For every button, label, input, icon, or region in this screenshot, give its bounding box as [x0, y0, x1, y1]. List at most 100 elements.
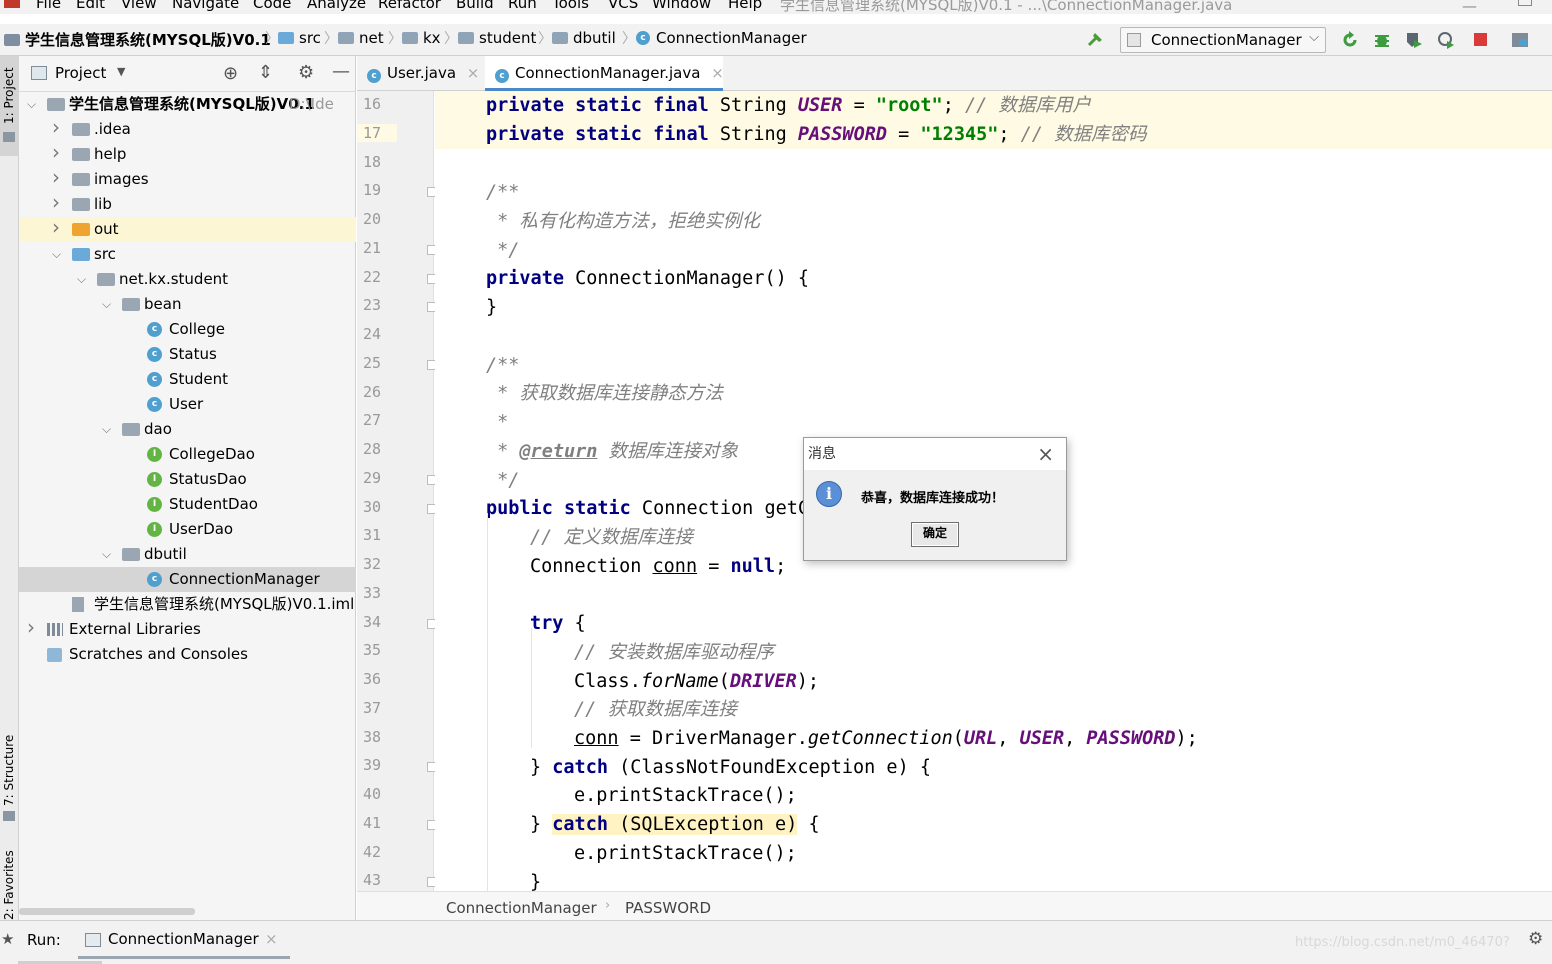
menu-file[interactable]: File: [36, 0, 61, 12]
menu-view[interactable]: View: [121, 0, 157, 12]
menu-analyze[interactable]: Analyze: [307, 0, 366, 12]
minimize-icon[interactable]: —: [1462, 0, 1477, 14]
tree-item[interactable]: c Student: [19, 367, 356, 392]
menu-edit[interactable]: Edit: [76, 0, 105, 12]
maximize-icon[interactable]: [1518, 0, 1532, 6]
tree-item[interactable]: › lib: [19, 190, 356, 217]
coverage-shield-icon[interactable]: [1404, 30, 1424, 50]
tree-item[interactable]: ⌵ dbutil: [19, 542, 356, 567]
line-number: 26: [363, 382, 382, 401]
tree-item[interactable]: I UserDao: [19, 517, 356, 542]
tree-item-label: dbutil: [144, 545, 187, 563]
tree-item[interactable]: › help: [19, 140, 356, 167]
chevron-down-icon[interactable]: ⌵: [102, 417, 111, 442]
breadcrumb-src[interactable]: src: [278, 29, 321, 47]
breadcrumb-student[interactable]: student: [458, 29, 536, 47]
close-icon[interactable]: ×: [711, 64, 724, 82]
package-icon: [97, 273, 115, 286]
stop-icon[interactable]: [1471, 30, 1491, 50]
tree-item[interactable]: ⌵ net.kx.student: [19, 267, 356, 292]
menu-help[interactable]: Help: [728, 0, 762, 12]
chevron-down-icon[interactable]: ⌵: [77, 267, 86, 292]
tree-item[interactable]: Scratches and Consoles: [19, 642, 356, 667]
chevron-down-icon[interactable]: ⌵: [52, 242, 61, 267]
debug-bug-icon[interactable]: [1372, 30, 1392, 50]
breadcrumb-kx[interactable]: kx: [402, 29, 441, 47]
chevron-right-icon: 〉: [538, 31, 552, 47]
tree-item[interactable]: I CollegeDao: [19, 442, 356, 467]
menu-refactor[interactable]: Refactor: [378, 0, 441, 12]
tree-item-label: images: [94, 170, 149, 188]
gear-icon[interactable]: ⚙: [298, 62, 314, 83]
breadcrumb-project[interactable]: 学生信息管理系统(MYSQL版)V0.1: [4, 29, 271, 50]
tree-item[interactable]: ⌵ dao: [19, 417, 356, 442]
project-panel-title[interactable]: Project: [55, 64, 106, 82]
chevron-down-icon[interactable]: ⌵: [102, 292, 111, 317]
menu-tools[interactable]: Tools: [552, 0, 589, 12]
tree-item[interactable]: › out: [19, 215, 356, 242]
horizontal-scrollbar[interactable]: [19, 908, 195, 915]
collapse-all-icon[interactable]: ⇕: [258, 62, 273, 83]
project-structure-icon[interactable]: [1510, 30, 1530, 50]
breadcrumb-net[interactable]: net: [338, 29, 384, 47]
libraries-icon: [47, 623, 63, 636]
tree-item[interactable]: › .idea: [19, 115, 356, 142]
close-icon[interactable]: ×: [467, 64, 480, 82]
close-icon[interactable]: ×: [1037, 438, 1054, 470]
tree-item[interactable]: › External Libraries: [19, 615, 356, 642]
chevron-right-icon[interactable]: ›: [52, 165, 60, 190]
ok-button[interactable]: 确定: [911, 522, 959, 547]
breadcrumb-connectionmanager[interactable]: c ConnectionManager: [636, 29, 807, 47]
menu-run[interactable]: Run: [508, 0, 537, 12]
favorites-tool-tab[interactable]: 2: Favorites: [0, 848, 19, 920]
menu-code[interactable]: Code: [253, 0, 291, 12]
chevron-right-icon[interactable]: ›: [52, 215, 60, 240]
menu-build[interactable]: Build: [456, 0, 494, 12]
tree-item-label: out: [94, 220, 119, 238]
code-line-42: e.printStackTrace();: [574, 843, 797, 864]
tree-item[interactable]: › images: [19, 165, 356, 192]
tree-item[interactable]: ⌵ src: [19, 242, 356, 267]
tab-user-java[interactable]: c User.java ×: [357, 56, 479, 91]
chevron-right-icon[interactable]: ›: [27, 615, 35, 640]
structure-tool-tab[interactable]: 7: Structure: [0, 726, 19, 826]
chevron-down-icon[interactable]: ⌵: [27, 92, 36, 117]
build-hammer-icon[interactable]: [1086, 30, 1106, 50]
chevron-right-icon[interactable]: ›: [52, 115, 60, 140]
chevron-down-icon[interactable]: ⌵: [102, 542, 111, 567]
tab-connectionmanager-java[interactable]: c ConnectionManager.java ×: [485, 56, 724, 91]
rerun-icon[interactable]: [1340, 30, 1360, 50]
chevron-down-icon[interactable]: ▼: [117, 65, 125, 78]
menu-navigate[interactable]: Navigate: [172, 0, 239, 12]
editor-tabs: c User.java × c ConnectionManager.java ×: [357, 56, 1552, 91]
tree-item[interactable]: 学生信息管理系统(MYSQL版)V0.1.iml: [19, 592, 356, 617]
breadcrumb-dbutil[interactable]: dbutil: [552, 29, 616, 47]
chevron-right-icon[interactable]: ›: [52, 140, 60, 165]
hide-panel-icon[interactable]: —: [332, 61, 350, 82]
star-icon[interactable]: ★: [1, 930, 14, 948]
line-number: 21: [363, 238, 382, 257]
profile-icon[interactable]: [1436, 30, 1456, 50]
chevron-right-icon[interactable]: ›: [52, 190, 60, 215]
tree-item[interactable]: c ConnectionManager: [19, 567, 356, 592]
tree-item[interactable]: ⌵ bean: [19, 292, 356, 317]
crumb-field[interactable]: PASSWORD: [625, 899, 711, 917]
tree-item[interactable]: c Status: [19, 342, 356, 367]
tree-item[interactable]: I StatusDao: [19, 467, 356, 492]
tree-item[interactable]: c User: [19, 392, 356, 417]
close-icon[interactable]: ×: [265, 930, 278, 948]
editor-gutter: 16 17 18 19 20 21 22 23 24 25 26 27 28 29 30 31 32 33 34 35…: [357, 91, 437, 891]
locate-target-icon[interactable]: ⊕: [223, 63, 238, 84]
run-tab-connectionmanager[interactable]: ConnectionManager ×: [78, 921, 290, 959]
menu-window[interactable]: Window: [652, 0, 711, 12]
tree-item[interactable]: I StudentDao: [19, 492, 356, 517]
line-number: 27: [363, 411, 382, 430]
tree-item[interactable]: ⌵ 学生信息管理系统(MYSQL版)V0.1 D:\Ide: [19, 92, 356, 117]
run-configuration-select[interactable]: ConnectionManager ⌵: [1120, 27, 1326, 53]
gear-icon[interactable]: ⚙: [1528, 929, 1543, 949]
crumb-class[interactable]: ConnectionManager: [446, 899, 597, 917]
project-tool-tab[interactable]: 1: Project: [0, 56, 19, 156]
tree-item[interactable]: c College: [19, 317, 356, 342]
tree-item-label: CollegeDao: [169, 445, 255, 463]
menu-vcs[interactable]: VCS: [608, 0, 638, 12]
